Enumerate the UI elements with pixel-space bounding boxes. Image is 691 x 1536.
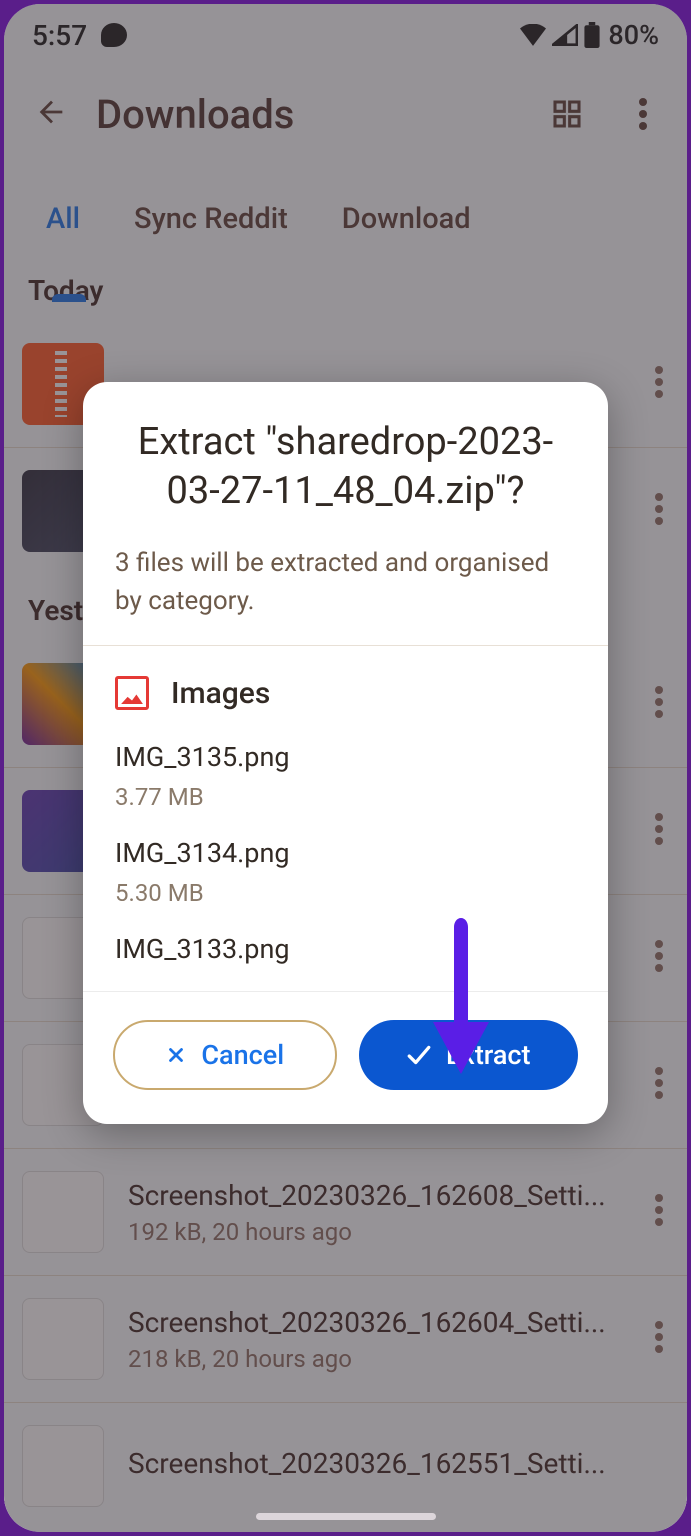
dialog-title: Extract "sharedrop-2023-03-27-11_48_04.z… [115, 418, 576, 515]
dialog-subtitle: 3 files will be extracted and organised … [115, 545, 576, 620]
cancel-label: Cancel [201, 1039, 284, 1071]
file-item: IMG_3135.png 3.77 MB [83, 721, 608, 817]
extract-button[interactable]: Extract [359, 1020, 579, 1090]
file-item: IMG_3134.png 5.30 MB [83, 817, 608, 913]
extract-dialog: Extract "sharedrop-2023-03-27-11_48_04.z… [83, 382, 608, 1124]
file-item: IMG_3133.png [83, 913, 608, 991]
file-size: 3.77 MB [115, 783, 576, 811]
nav-handle[interactable] [256, 1513, 436, 1520]
close-icon [165, 1044, 187, 1066]
cancel-button[interactable]: Cancel [113, 1020, 337, 1090]
image-icon [115, 676, 149, 710]
file-name: IMG_3133.png [115, 933, 576, 965]
extract-label: Extract [446, 1039, 531, 1071]
category-label: Images [171, 676, 270, 711]
file-size: 5.30 MB [115, 879, 576, 907]
file-name: IMG_3134.png [115, 837, 576, 869]
check-icon [406, 1044, 432, 1066]
category-header: Images [83, 646, 608, 721]
screen: 5:57 80% Downloads All Sync Reddit Downl… [4, 4, 687, 1532]
dialog-actions: Cancel Extract [83, 991, 608, 1124]
file-name: IMG_3135.png [115, 741, 576, 773]
